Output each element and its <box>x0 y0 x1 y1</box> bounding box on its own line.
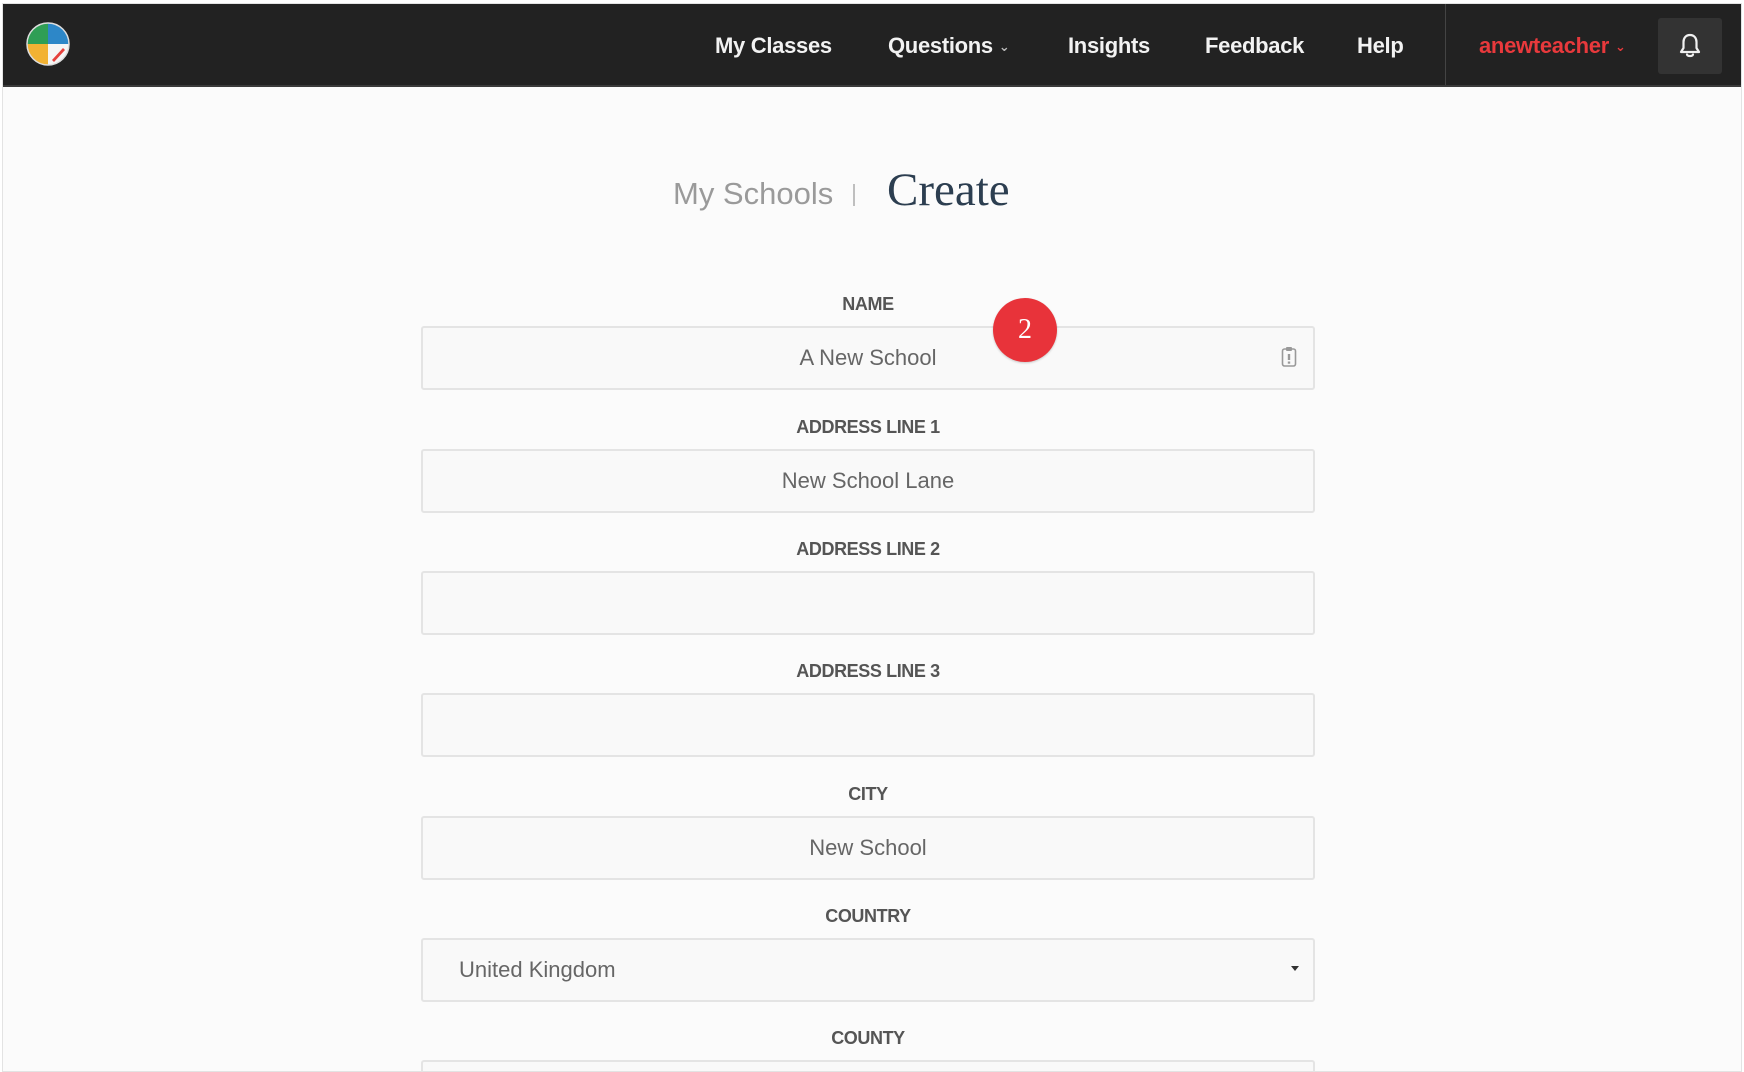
notifications-button[interactable] <box>1658 18 1722 74</box>
clipboard-icon[interactable] <box>1281 346 1297 368</box>
step-number-badge: 2 <box>993 298 1057 362</box>
city-input[interactable] <box>421 816 1315 880</box>
app-window: My Classes Questions ⌄ Insights Feedback … <box>2 3 1742 1072</box>
address-line-1-label: ADDRESS LINE 1 <box>796 417 940 437</box>
address-line-1-input[interactable] <box>421 449 1315 513</box>
nav-insights-label: Insights <box>1068 33 1150 58</box>
city-field-group: CITY <box>421 782 1315 880</box>
nav-my-classes-label: My Classes <box>715 33 832 58</box>
name-input-wrap <box>421 326 1315 390</box>
county-label: COUNTY <box>831 1028 905 1048</box>
nav-my-classes[interactable]: My Classes <box>715 4 832 87</box>
county-select[interactable] <box>421 1060 1315 1071</box>
address-line-2-group: ADDRESS LINE 2 <box>421 537 1315 635</box>
breadcrumb-separator <box>853 184 855 206</box>
nav-divider <box>1445 4 1446 85</box>
user-menu[interactable]: anewteacher ⌄ <box>1479 4 1626 87</box>
page-title: Create <box>887 164 1010 216</box>
dropdown-arrow-icon <box>1291 966 1299 971</box>
address-line-1-group: ADDRESS LINE 1 <box>421 415 1315 513</box>
user-name-label: anewteacher <box>1479 33 1609 58</box>
address-line-2-label: ADDRESS LINE 2 <box>796 539 940 559</box>
nav-insights[interactable]: Insights <box>1068 4 1150 87</box>
nav-feedback-label: Feedback <box>1205 33 1305 58</box>
country-selected-value: United Kingdom <box>459 957 616 982</box>
country-label: COUNTRY <box>825 906 911 926</box>
name-label: NAME <box>842 294 894 314</box>
breadcrumb-my-schools[interactable]: My Schools <box>673 176 833 212</box>
chevron-down-icon: ⌄ <box>998 39 1010 54</box>
address-line-3-group: ADDRESS LINE 3 <box>421 659 1315 757</box>
nav-questions-label: Questions <box>888 33 993 58</box>
pie-logo-icon[interactable] <box>25 21 71 67</box>
city-label: CITY <box>848 784 888 804</box>
chevron-down-icon: ⌄ <box>1615 39 1626 54</box>
name-input[interactable] <box>421 326 1315 390</box>
nav-feedback[interactable]: Feedback <box>1205 4 1304 87</box>
name-field-group: NAME <box>421 292 1315 390</box>
nav-help-label: Help <box>1357 33 1404 58</box>
address-line-2-input[interactable] <box>421 571 1315 635</box>
county-field-group: COUNTY <box>421 1026 1315 1071</box>
nav-help[interactable]: Help <box>1357 4 1404 87</box>
nav-questions[interactable]: Questions ⌄ <box>888 4 1010 87</box>
page-heading: My Schools Create <box>3 154 1741 234</box>
country-select[interactable]: United Kingdom <box>421 938 1315 1002</box>
address-line-3-input[interactable] <box>421 693 1315 757</box>
address-line-3-label: ADDRESS LINE 3 <box>796 661 940 681</box>
country-field-group: COUNTRY United Kingdom <box>421 904 1315 1002</box>
bell-icon <box>1679 33 1701 58</box>
top-navbar: My Classes Questions ⌄ Insights Feedback … <box>3 4 1741 87</box>
